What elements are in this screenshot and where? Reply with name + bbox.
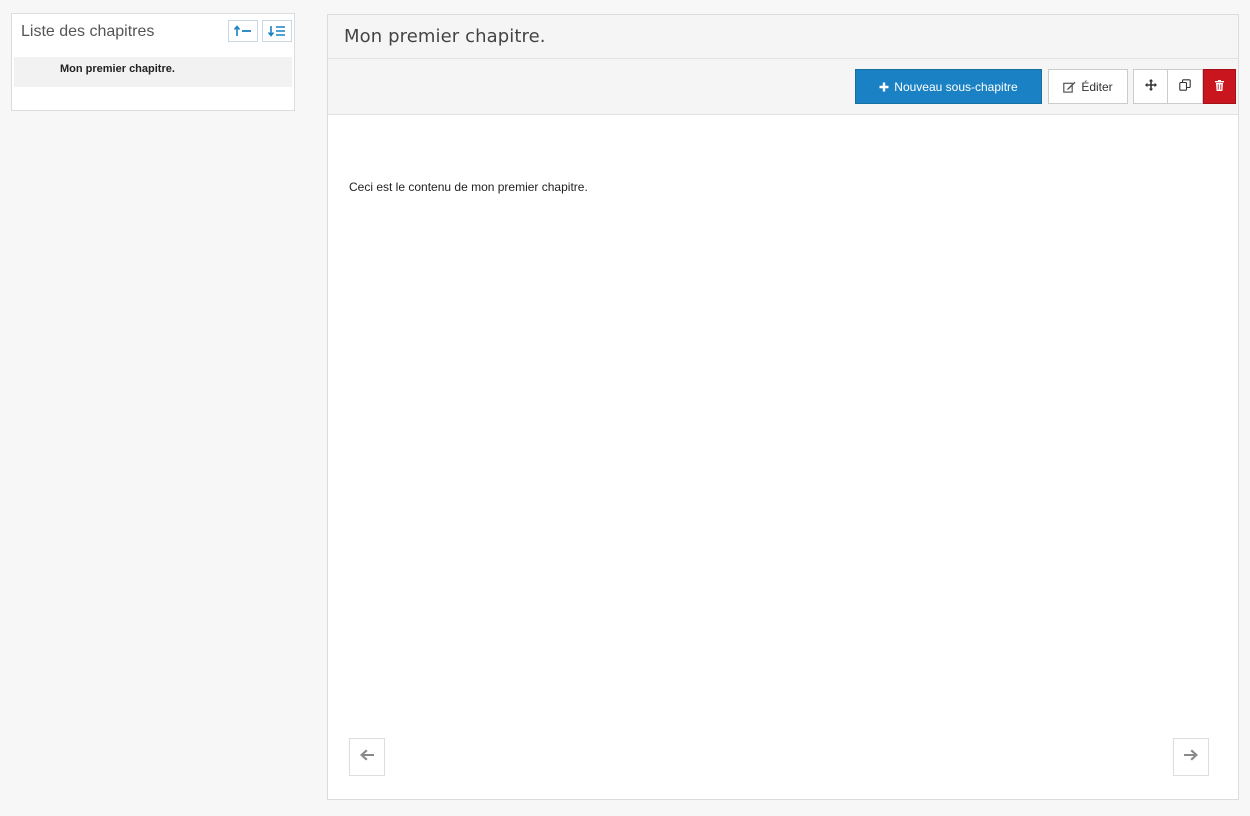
plus-icon: [879, 82, 889, 92]
trash-icon: [1215, 79, 1224, 94]
edit-label: Éditer: [1081, 79, 1113, 94]
chapter-list-tools: [228, 20, 292, 42]
chapter-list-panel: Liste des chapitres Mon premier chapitre…: [11, 13, 295, 111]
expand-all-button[interactable]: [262, 20, 292, 42]
move-icon: [1144, 79, 1157, 94]
next-chapter-button[interactable]: [1173, 738, 1209, 776]
edit-icon: [1063, 81, 1076, 93]
collapse-all-icon: [234, 25, 252, 37]
chapter-title: Mon premier chapitre.: [344, 26, 546, 47]
arrow-left-icon: [359, 748, 375, 767]
chapter-list-title: Liste des chapitres: [21, 23, 155, 40]
collapse-all-button[interactable]: [228, 20, 258, 42]
copy-icon: [1179, 79, 1191, 94]
chapter-header: Mon premier chapitre.: [328, 15, 1238, 59]
new-subchapter-button[interactable]: Nouveau sous-chapitre: [855, 69, 1042, 104]
copy-button[interactable]: [1167, 69, 1203, 104]
chapter-list-header: Liste des chapitres: [12, 14, 294, 54]
new-subchapter-label: Nouveau sous-chapitre: [894, 79, 1018, 94]
delete-button[interactable]: [1203, 69, 1236, 104]
chapter-panel: Mon premier chapitre. Nouveau sous-chapi…: [327, 14, 1239, 800]
chapter-toolbar: Nouveau sous-chapitre Éditer: [328, 59, 1238, 115]
expand-all-icon: [268, 25, 286, 37]
previous-chapter-button[interactable]: [349, 738, 385, 776]
arrow-right-icon: [1183, 748, 1199, 767]
move-button[interactable]: [1133, 69, 1168, 104]
edit-button[interactable]: Éditer: [1048, 69, 1128, 104]
chapter-list-item-label: Mon premier chapitre.: [60, 63, 175, 75]
chapter-list-item[interactable]: Mon premier chapitre.: [14, 57, 292, 87]
chapter-content: Ceci est le contenu de mon premier chapi…: [349, 180, 588, 194]
